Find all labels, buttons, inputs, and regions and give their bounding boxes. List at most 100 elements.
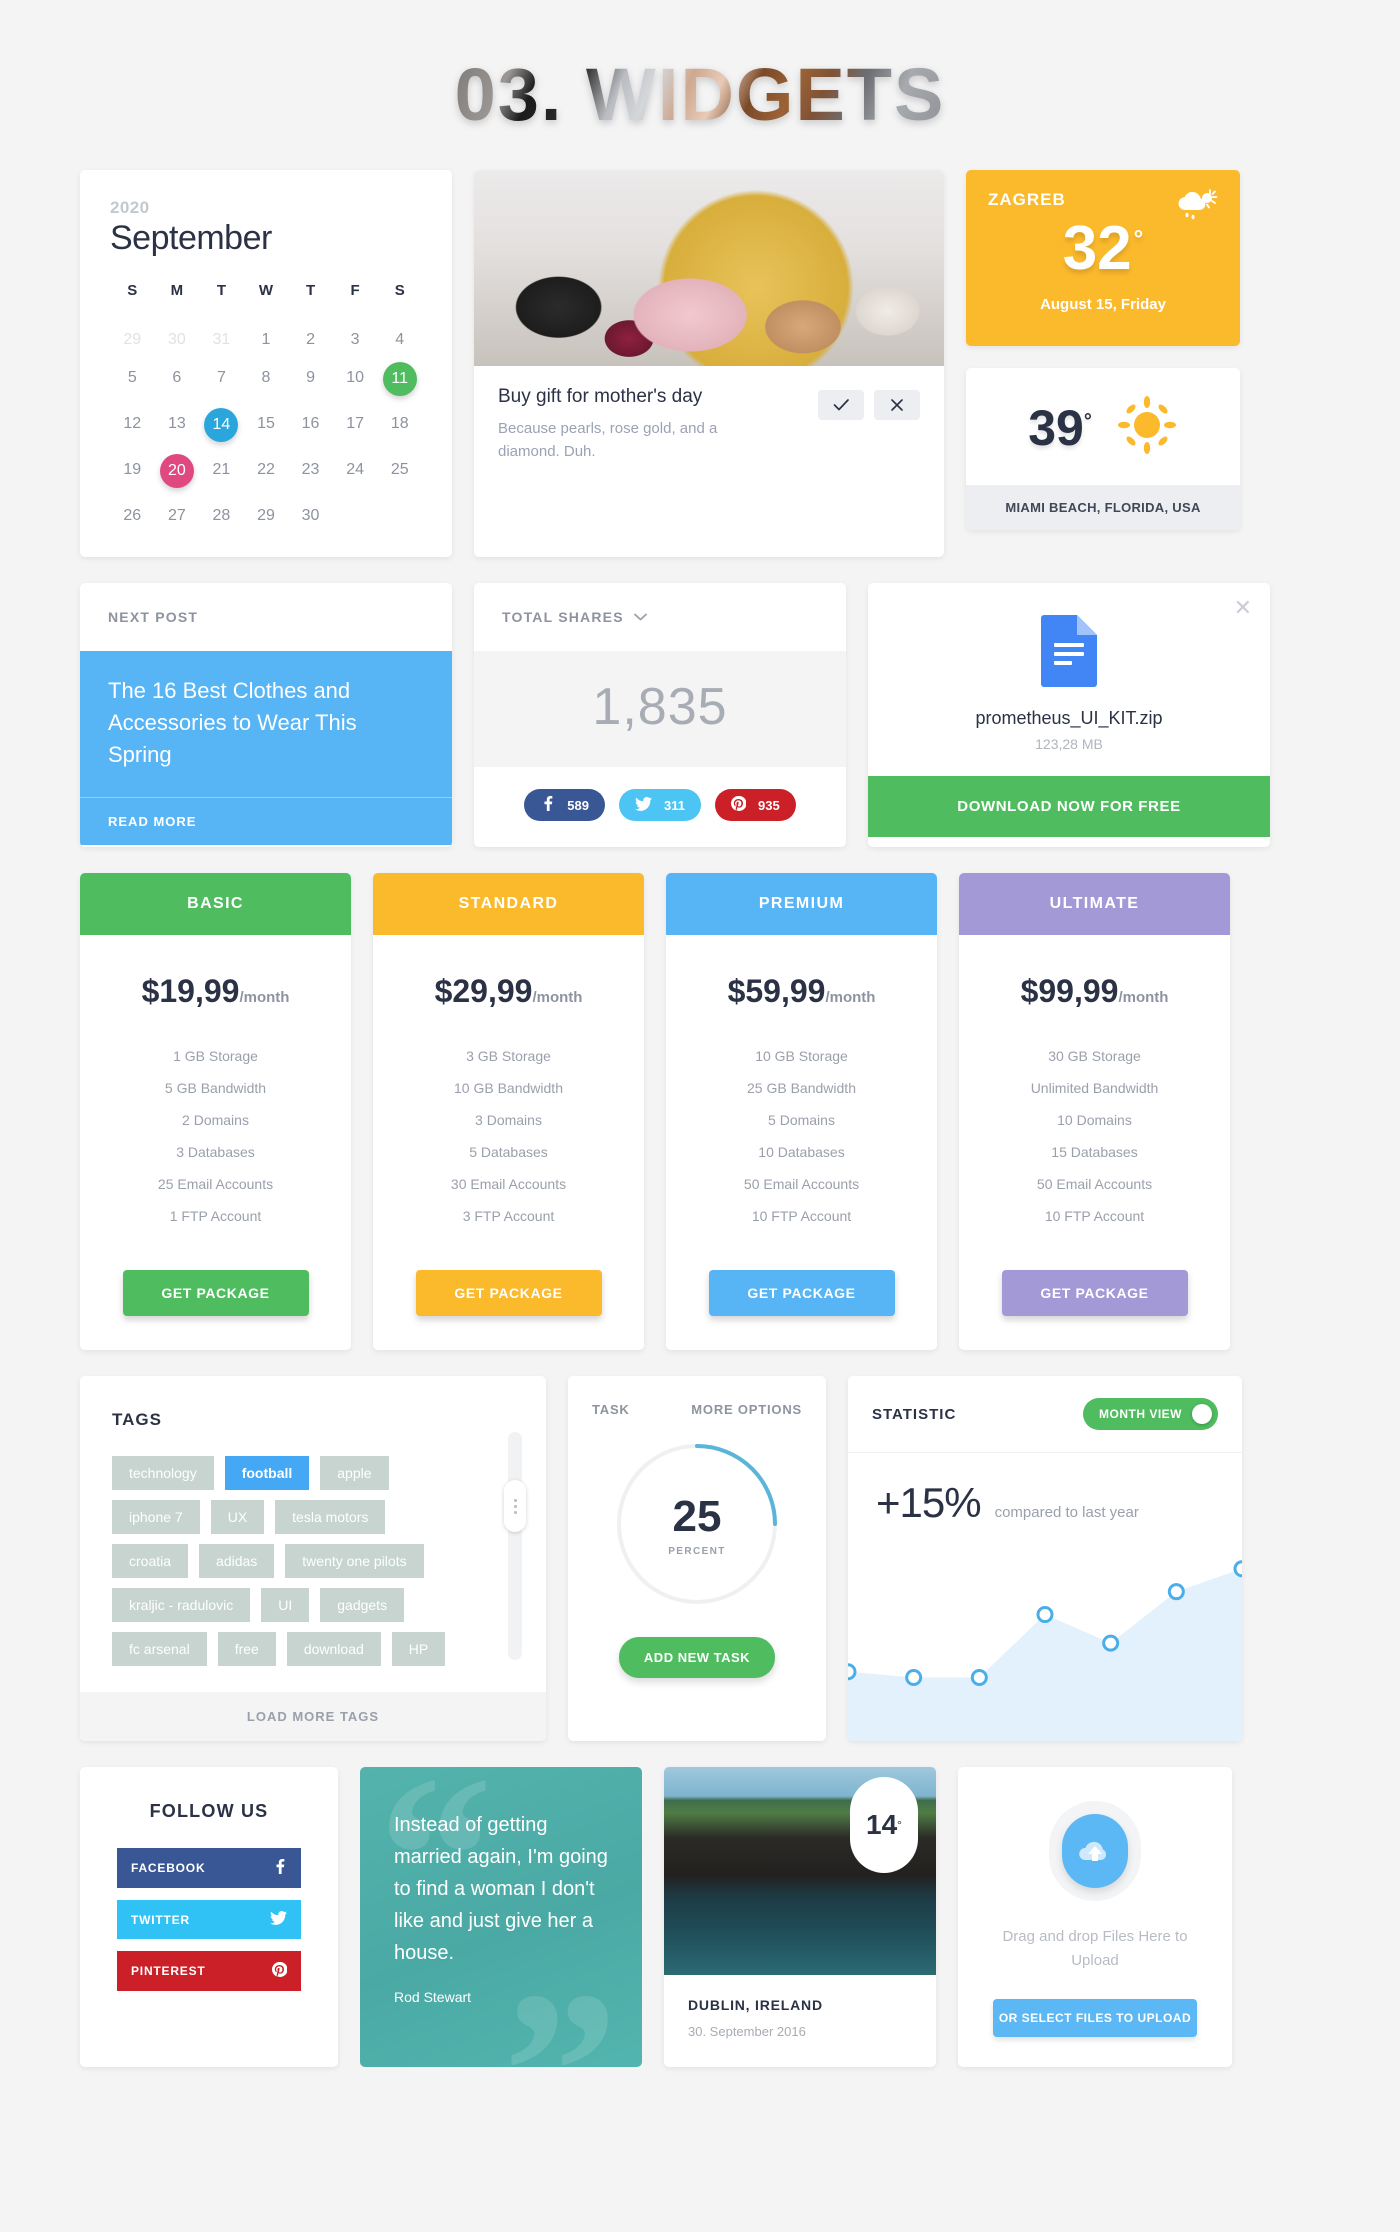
calendar-day-selected[interactable]: 14 [204, 408, 239, 442]
calendar-day[interactable]: 19 [110, 451, 155, 497]
calendar-day[interactable]: 14 [199, 405, 244, 451]
page-title-area: 03. WIDGETS [0, 0, 1400, 170]
tag-item[interactable]: croatia [112, 1544, 189, 1578]
download-button[interactable]: DOWNLOAD NOW FOR FREE [868, 776, 1270, 837]
month-view-toggle[interactable]: MONTH VIEW [1083, 1398, 1218, 1430]
get-package-button[interactable]: GET PACKAGE [708, 1270, 895, 1316]
tag-item[interactable]: kraljic - radulovic [112, 1588, 251, 1622]
weather-primary-widget: ZAGREB 32° August 15, Friday [966, 170, 1240, 346]
next-post-title[interactable]: The 16 Best Clothes and Accessories to W… [80, 651, 452, 797]
calendar-day[interactable]: 17 [333, 405, 378, 451]
tag-item[interactable]: HP [391, 1632, 446, 1666]
calendar-day[interactable]: 25 [377, 451, 422, 497]
calendar-day[interactable]: 1 [244, 321, 289, 359]
follow-network-list: FACEBOOK TWITTER PINTEREST [80, 1848, 338, 1991]
tag-item[interactable]: download [286, 1632, 381, 1666]
calendar-day[interactable]: 30 [288, 497, 333, 535]
statistic-title: STATISTIC [872, 1405, 957, 1423]
calendar-dow-1: M [170, 282, 184, 299]
calendar-day[interactable]: 11 [377, 359, 422, 405]
calendar-day[interactable]: 8 [244, 359, 289, 405]
accept-task-button[interactable] [818, 390, 864, 420]
calendar-day[interactable]: 13 [155, 405, 200, 451]
tag-item[interactable]: gadgets [320, 1588, 405, 1622]
pinterest-icon [272, 1961, 288, 1980]
calendar-day[interactable]: 6 [155, 359, 200, 405]
tag-item[interactable]: iphone 7 [112, 1500, 200, 1534]
pricing-feature: 10 FTP Account [1044, 1208, 1145, 1224]
calendar-day[interactable]: 9 [288, 359, 333, 405]
gift-task-title: Buy gift for mother's day [498, 386, 703, 407]
share-button-facebook[interactable]: 589 [524, 789, 605, 821]
pricing-feature: 5 Domains [768, 1112, 835, 1128]
degree-symbol: ° [897, 1818, 902, 1832]
pricing-features: 30 GB Storage Unlimited Bandwidth 10 Domai… [959, 1018, 1230, 1242]
get-package-button[interactable]: GET PACKAGE [415, 1270, 602, 1316]
tag-item[interactable]: technology [112, 1456, 214, 1490]
calendar-day[interactable]: 21 [199, 451, 244, 497]
chevron-down-icon[interactable] [633, 613, 647, 621]
get-package-button[interactable]: GET PACKAGE [122, 1270, 309, 1316]
toggle-knob[interactable] [1192, 1404, 1212, 1424]
calendar-day[interactable]: 22 [244, 451, 289, 497]
calendar-day[interactable]: 28 [199, 497, 244, 535]
get-package-button[interactable]: GET PACKAGE [1001, 1270, 1188, 1316]
calendar-day[interactable]: 12 [110, 405, 155, 451]
calendar-day[interactable]: 18 [377, 405, 422, 451]
tag-item[interactable]: twenty one pilots [285, 1544, 424, 1578]
row-post-shares-download: NEXT POST The 16 Best Clothes and Access… [80, 583, 1320, 847]
check-icon [833, 399, 849, 411]
calendar-day[interactable]: 26 [110, 497, 155, 535]
calendar-day[interactable]: 2 [288, 321, 333, 359]
twitter-icon [635, 796, 652, 814]
tag-item[interactable]: fc arsenal [112, 1632, 207, 1666]
download-file-size: 123,28 MB [1035, 736, 1103, 752]
follow-button-twitter[interactable]: TWITTER [117, 1900, 301, 1939]
task-value: 25 [672, 1491, 722, 1541]
calendar-day-selected[interactable]: 20 [159, 454, 194, 488]
calendar-day[interactable]: 30 [155, 321, 200, 359]
tags-scrollbar-thumb[interactable] [504, 1480, 526, 1532]
tag-item[interactable]: adidas [199, 1544, 275, 1578]
calendar-day[interactable]: 23 [288, 451, 333, 497]
pricing-period: /month [532, 989, 583, 1006]
calendar-day-selected[interactable]: 11 [382, 362, 417, 396]
statistic-area-chart [848, 1568, 1242, 1741]
calendar-day[interactable]: 5 [110, 359, 155, 405]
tag-item[interactable]: UX [210, 1500, 265, 1534]
tag-item[interactable]: UI [261, 1588, 310, 1622]
calendar-day[interactable]: 15 [244, 405, 289, 451]
reject-task-button[interactable] [874, 390, 920, 420]
read-more-button[interactable]: READ MORE [80, 796, 452, 845]
tag-item[interactable]: football [224, 1456, 310, 1490]
total-shares-header[interactable]: TOTAL SHARES [474, 583, 846, 651]
share-button-twitter[interactable]: 311 [619, 789, 701, 821]
follow-button-pinterest[interactable]: PINTEREST [117, 1951, 301, 1991]
calendar-day[interactable]: 24 [333, 451, 378, 497]
degree-symbol: ° [1133, 226, 1144, 254]
tag-item[interactable]: apple [320, 1456, 389, 1490]
calendar-day[interactable]: 10 [333, 359, 378, 405]
calendar-day[interactable]: 31 [199, 321, 244, 359]
calendar-day[interactable]: 4 [377, 321, 422, 359]
tag-item[interactable]: tesla motors [275, 1500, 386, 1534]
calendar-day[interactable]: 3 [333, 321, 378, 359]
tags-scrollbar-track[interactable] [508, 1432, 522, 1660]
share-button-pinterest[interactable]: 935 [714, 789, 796, 821]
calendar-day[interactable]: 16 [288, 405, 333, 451]
load-more-tags-button[interactable]: LOAD MORE TAGS [80, 1692, 546, 1741]
add-new-task-button[interactable]: ADD NEW TASK [619, 1637, 775, 1678]
tag-item[interactable]: free [217, 1632, 276, 1666]
calendar-day[interactable]: 20 [155, 451, 200, 497]
calendar-day[interactable]: 27 [155, 497, 200, 535]
calendar-day[interactable]: 29 [110, 321, 155, 359]
follow-button-facebook[interactable]: FACEBOOK [117, 1848, 301, 1888]
close-icon[interactable]: ✕ [1234, 597, 1252, 619]
calendar-day[interactable]: 7 [199, 359, 244, 405]
calendar-grid[interactable]: S M T W T F S 29 30 31 1 2 3 4 5 6 7 8 9 10 11 12 13 14 15 16 17 18… [110, 282, 422, 535]
select-files-button[interactable]: OR SELECT FILES TO UPLOAD [993, 1999, 1197, 2037]
more-options-button[interactable]: MORE OPTIONS [691, 1402, 802, 1417]
calendar-day[interactable]: 29 [244, 497, 289, 535]
cloud-upload-icon[interactable] [1062, 1814, 1128, 1888]
tags-list: technology football apple iphone 7 UX tesla m… [80, 1430, 480, 1692]
